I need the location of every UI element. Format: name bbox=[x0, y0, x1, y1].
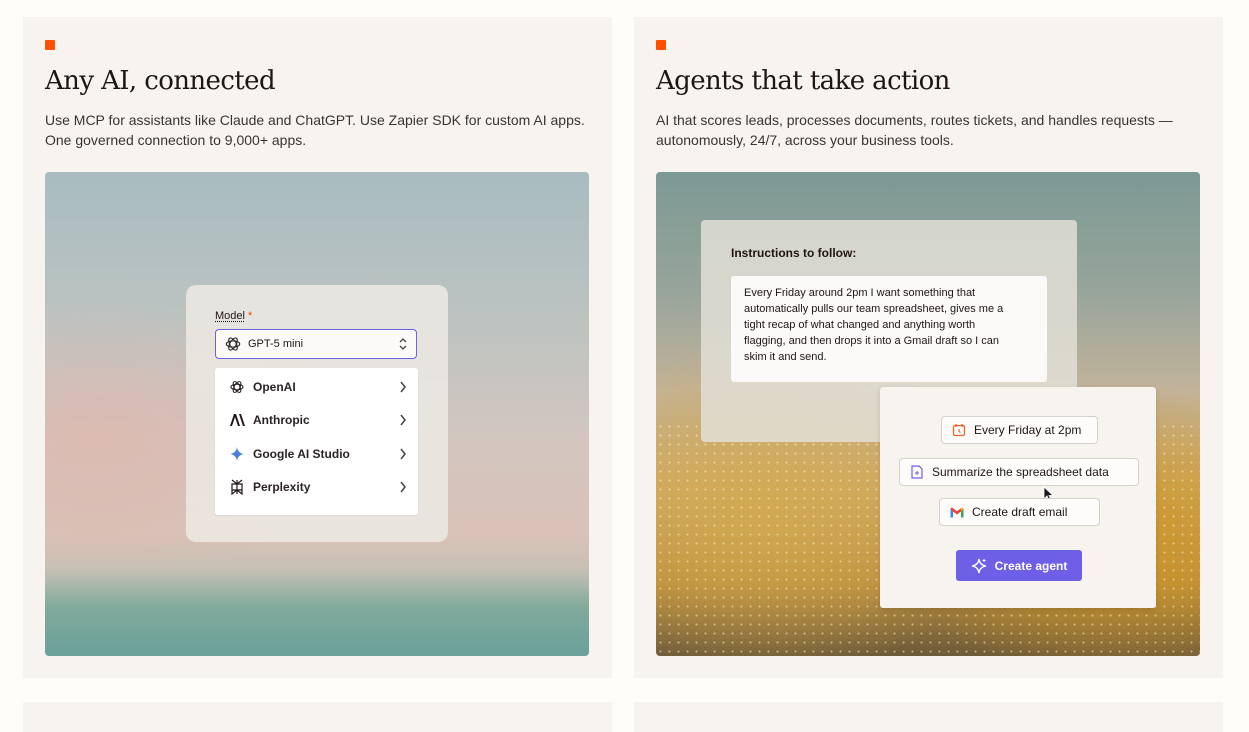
selected-model: GPT-5 mini bbox=[248, 338, 304, 350]
openai-icon bbox=[225, 337, 241, 351]
card-description: AI that scores leads, processes document… bbox=[656, 110, 1216, 150]
instructions-textarea[interactable]: Every Friday around 2pm I want something… bbox=[731, 276, 1047, 382]
calendar-icon bbox=[952, 423, 966, 437]
provider-item-openai[interactable]: OpenAI bbox=[229, 377, 407, 397]
action-label: Create draft email bbox=[972, 505, 1068, 519]
card-title: Any AI, connected bbox=[45, 66, 276, 96]
card-title: Agents that take action bbox=[656, 66, 950, 96]
action-chip-draft-email[interactable]: Create draft email bbox=[939, 498, 1100, 526]
model-label-text: Model bbox=[215, 310, 245, 322]
required-mark: * bbox=[247, 310, 253, 322]
description-line: AI that scores leads, processes document… bbox=[656, 112, 1173, 128]
provider-item-perplexity[interactable]: Perplexity bbox=[229, 477, 407, 497]
model-picker-panel: Model * GPT-5 mini OpenAI Anthropic Goog… bbox=[186, 285, 448, 542]
chevron-right-icon bbox=[400, 381, 406, 393]
create-agent-button[interactable]: Create agent bbox=[956, 550, 1082, 581]
google-ai-studio-icon bbox=[229, 446, 245, 462]
provider-list: OpenAI Anthropic Google AI Studio Perple… bbox=[215, 368, 418, 515]
instructions-title: Instructions to follow: bbox=[731, 246, 857, 260]
chevron-up-down-icon bbox=[399, 338, 407, 350]
illustration-agents: Instructions to follow: Every Friday aro… bbox=[656, 172, 1200, 656]
description-line: One governed connection to 9,000+ apps. bbox=[45, 132, 307, 148]
instructions-line: skim it and send. bbox=[744, 351, 827, 363]
chevron-right-icon bbox=[400, 481, 406, 493]
model-select[interactable]: GPT-5 mini bbox=[215, 329, 417, 359]
next-card-right bbox=[634, 702, 1223, 732]
description-line: autonomously, 24/7, across your business… bbox=[656, 132, 954, 148]
provider-item-google-ai-studio[interactable]: Google AI Studio bbox=[229, 444, 407, 464]
illustration-any-ai: Model * GPT-5 mini OpenAI Anthropic Goog… bbox=[45, 172, 589, 656]
gmail-icon bbox=[950, 505, 964, 519]
card-agents-take-action: Agents that take action AI that scores l… bbox=[634, 17, 1223, 678]
description-line: Use MCP for assistants like Claude and C… bbox=[45, 112, 585, 128]
provider-label: Google AI Studio bbox=[253, 447, 350, 461]
accent-square bbox=[656, 40, 666, 50]
card-any-ai-connected: Any AI, connected Use MCP for assistants… bbox=[23, 17, 612, 678]
provider-label: OpenAI bbox=[253, 380, 296, 394]
agent-actions-panel: Every Friday at 2pm Summarize the spread… bbox=[880, 387, 1156, 608]
instructions-line: flagging, and then drops it into a Gmail… bbox=[744, 335, 999, 347]
action-label: Every Friday at 2pm bbox=[974, 423, 1082, 437]
chevron-right-icon bbox=[400, 448, 406, 460]
instructions-line: automatically pulls our team spreadsheet… bbox=[744, 303, 1004, 315]
create-agent-label: Create agent bbox=[994, 558, 1068, 573]
sparkle-icon bbox=[971, 558, 986, 573]
action-chip-summarize[interactable]: Summarize the spreadsheet data bbox=[899, 458, 1139, 486]
instructions-line: Every Friday around 2pm I want something… bbox=[744, 287, 976, 299]
action-chip-schedule[interactable]: Every Friday at 2pm bbox=[941, 416, 1098, 444]
accent-square bbox=[45, 40, 55, 50]
perplexity-icon bbox=[229, 479, 245, 495]
provider-label: Perplexity bbox=[253, 480, 311, 494]
card-description: Use MCP for assistants like Claude and C… bbox=[45, 110, 605, 150]
chevron-right-icon bbox=[400, 414, 406, 426]
openai-icon bbox=[229, 379, 245, 395]
provider-label: Anthropic bbox=[253, 413, 310, 427]
provider-item-anthropic[interactable]: Anthropic bbox=[229, 410, 407, 430]
action-label: Summarize the spreadsheet data bbox=[932, 465, 1109, 479]
instructions-line: tight recap of what changed and anything… bbox=[744, 319, 976, 331]
anthropic-icon bbox=[229, 412, 245, 428]
next-card-left bbox=[23, 702, 612, 732]
document-icon bbox=[910, 465, 924, 479]
model-field-label: Model * bbox=[215, 310, 252, 322]
